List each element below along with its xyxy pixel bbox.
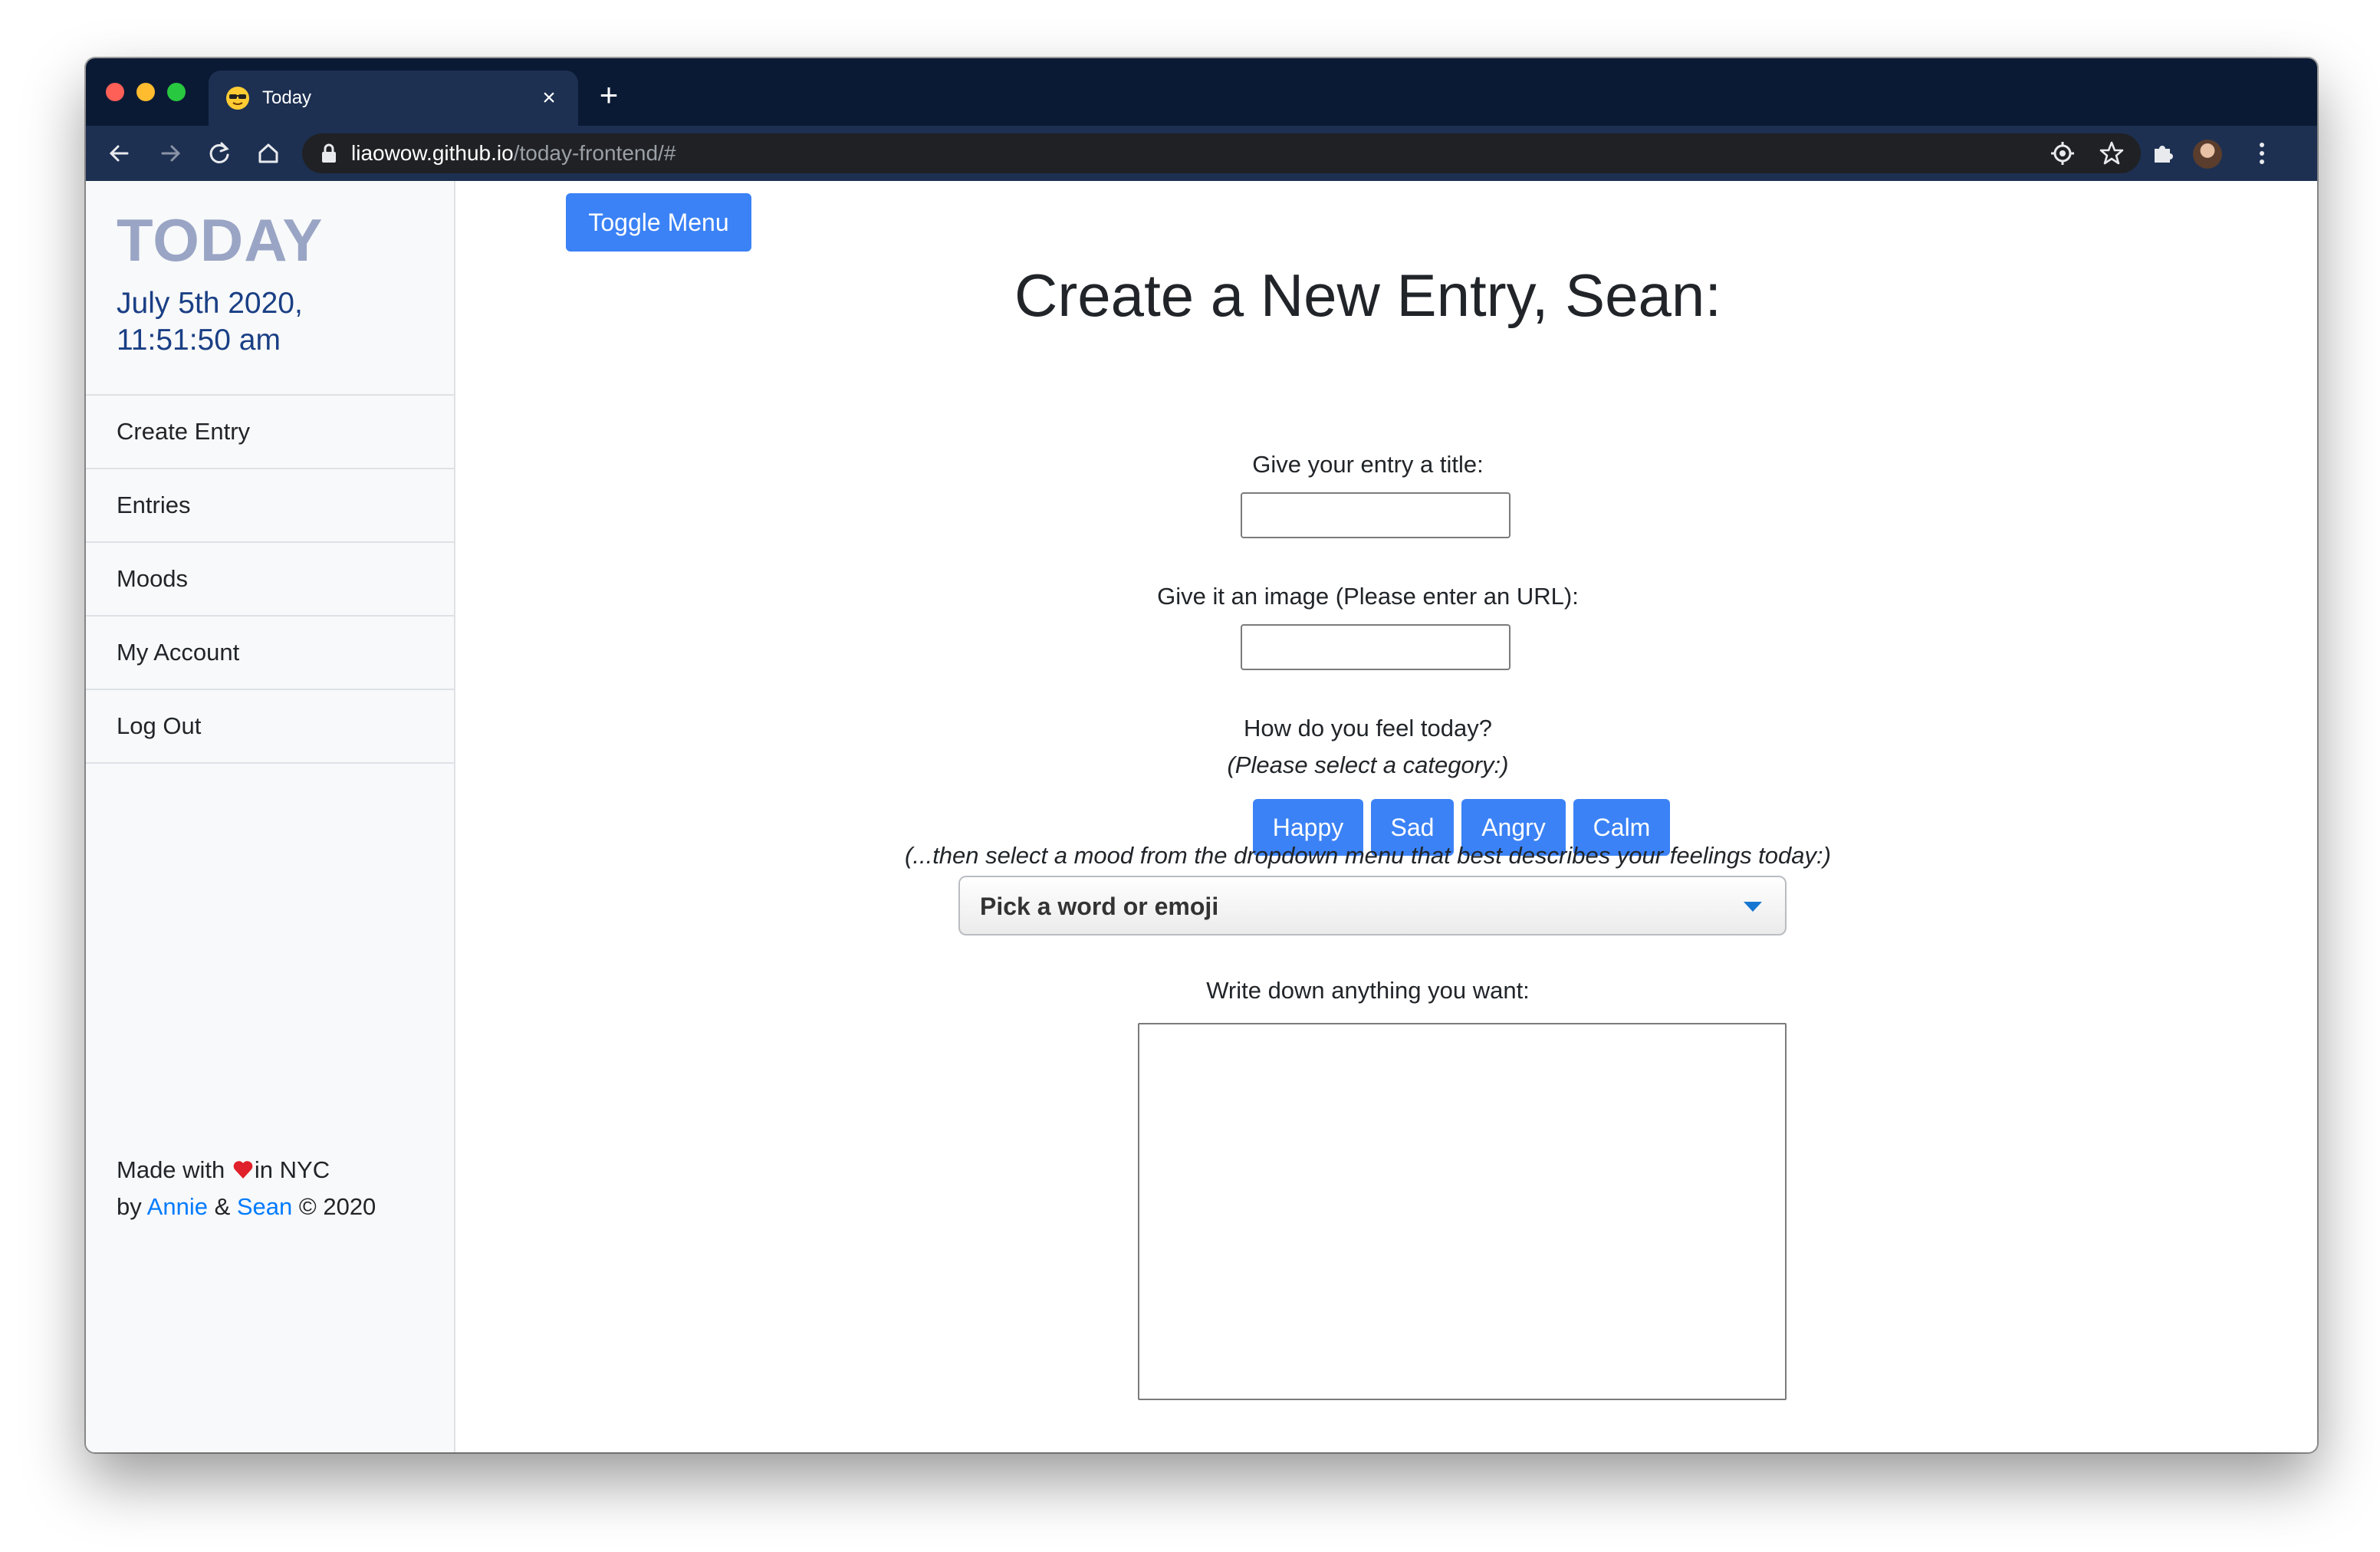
more-menu-icon[interactable] <box>2245 136 2279 170</box>
footer-line-2: by Annie & Sean © 2020 <box>117 1189 376 1225</box>
brand-title: TODAY <box>117 206 324 274</box>
heart-icon <box>233 1161 253 1179</box>
back-arrow-icon[interactable] <box>103 136 136 170</box>
reload-icon[interactable] <box>202 136 236 170</box>
sidebar-item-my-account[interactable]: My Account <box>86 615 454 689</box>
toggle-menu-button[interactable]: Toggle Menu <box>566 193 751 252</box>
footer-copyright: © 2020 <box>292 1193 376 1220</box>
browser-toolbar: liaowow.github.io/today-frontend/# <box>86 126 2317 181</box>
author-link-sean[interactable]: Sean <box>237 1193 292 1220</box>
bookmark-star-icon[interactable] <box>2098 140 2125 167</box>
sidebar: TODAY July 5th 2020, 11:51:50 am Create … <box>86 181 455 1452</box>
entry-title-input[interactable] <box>1241 492 1511 538</box>
window-minimize-button[interactable] <box>136 83 155 101</box>
time-line: 11:51:50 am <box>117 324 281 357</box>
address-bar[interactable]: liaowow.github.io/today-frontend/# <box>302 133 2141 173</box>
author-link-annie[interactable]: Annie <box>147 1193 208 1220</box>
mood-hint: (...then select a mood from the dropdown… <box>905 842 1831 869</box>
browser-window: Today × + liaowow.github.io/today-fronte… <box>86 58 2317 1452</box>
main-content: Toggle Menu Create a New Entry, Sean: Gi… <box>455 181 2317 1452</box>
new-tab-icon[interactable]: + <box>592 79 626 113</box>
lock-icon <box>322 143 336 163</box>
footer-line-1: Made with in NYC <box>117 1152 376 1189</box>
sidebar-item-moods[interactable]: Moods <box>86 541 454 615</box>
sidebar-footer: Made with in NYC by Annie & Sean © 2020 <box>117 1152 376 1225</box>
window-maximize-button[interactable] <box>167 83 186 101</box>
url-path: /today-frontend/# <box>513 141 676 165</box>
footer-in-nyc: in NYC <box>254 1156 330 1183</box>
image-url-input[interactable] <box>1241 624 1511 670</box>
tab-close-icon[interactable]: × <box>534 83 564 113</box>
sidebar-menu: Create Entry Entries Moods My Account Lo… <box>86 394 454 764</box>
forward-arrow-icon[interactable] <box>153 136 187 170</box>
entry-notes-textarea[interactable] <box>1138 1023 1787 1400</box>
window-close-button[interactable] <box>106 83 124 101</box>
tab-title: Today <box>262 87 312 108</box>
sidebar-item-log-out[interactable]: Log Out <box>86 689 454 764</box>
tab-bar: Today × + <box>86 58 2317 126</box>
mood-dropdown[interactable]: Pick a word or emoji <box>958 876 1787 935</box>
chevron-down-icon <box>1744 902 1762 912</box>
title-label: Give your entry a title: <box>1252 451 1484 478</box>
extensions-puzzle-icon[interactable] <box>2145 136 2179 170</box>
feel-label: How do you feel today? <box>1244 715 1492 741</box>
url-text: liaowow.github.io/today-frontend/# <box>351 140 676 167</box>
url-host: liaowow.github.io <box>351 141 514 165</box>
page-content: TODAY July 5th 2020, 11:51:50 am Create … <box>86 181 2317 1452</box>
footer-made-with: Made with <box>117 1156 232 1183</box>
category-hint: (Please select a category:) <box>1227 751 1509 778</box>
home-icon[interactable] <box>251 136 285 170</box>
mood-dropdown-placeholder: Pick a word or emoji <box>980 893 1219 920</box>
sidebar-item-entries[interactable]: Entries <box>86 468 454 541</box>
footer-amp: & <box>207 1193 237 1220</box>
current-datetime: July 5th 2020, 11:51:50 am <box>117 285 303 359</box>
image-url-label: Give it an image (Please enter an URL): <box>1157 583 1579 610</box>
sunglasses-emoji-icon <box>226 87 249 110</box>
footer-by: by <box>117 1193 147 1220</box>
sidebar-item-create-entry[interactable]: Create Entry <box>86 394 454 468</box>
browser-tab[interactable]: Today × <box>209 71 578 126</box>
notes-label: Write down anything you want: <box>1206 977 1530 1004</box>
location-target-icon[interactable] <box>2049 140 2076 167</box>
date-line: July 5th 2020, <box>117 287 303 320</box>
profile-avatar[interactable] <box>2193 140 2222 169</box>
page-title: Create a New Entry, Sean: <box>1014 261 1721 329</box>
